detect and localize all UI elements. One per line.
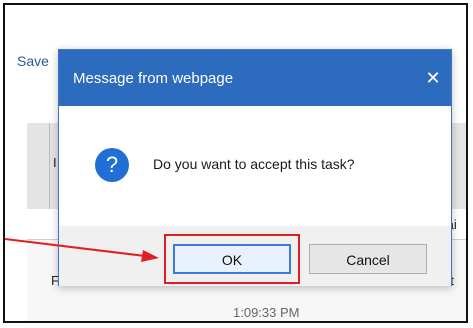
confirm-dialog: Message from webpage ✕ ? Do you want to … — [58, 49, 452, 286]
column-divider — [49, 123, 50, 209]
dialog-title: Message from webpage — [73, 70, 234, 87]
question-icon: ? — [95, 148, 129, 182]
save-link[interactable]: Save — [17, 53, 49, 69]
time-text: 1:09:33 PM — [233, 305, 300, 320]
ok-button[interactable]: OK — [173, 244, 291, 274]
header-letter: I — [53, 155, 57, 170]
cancel-button[interactable]: Cancel — [309, 244, 427, 274]
dialog-titlebar: Message from webpage ✕ — [59, 50, 451, 106]
dialog-message: Do you want to accept this task? — [153, 156, 355, 172]
close-icon[interactable]: ✕ — [419, 64, 447, 92]
screenshot-frame: Save I tai F nt 1:09:33 PM Message from … — [3, 3, 468, 323]
dialog-button-bar: OK Cancel — [59, 226, 451, 286]
dialog-body: ? Do you want to accept this task? — [59, 106, 451, 226]
